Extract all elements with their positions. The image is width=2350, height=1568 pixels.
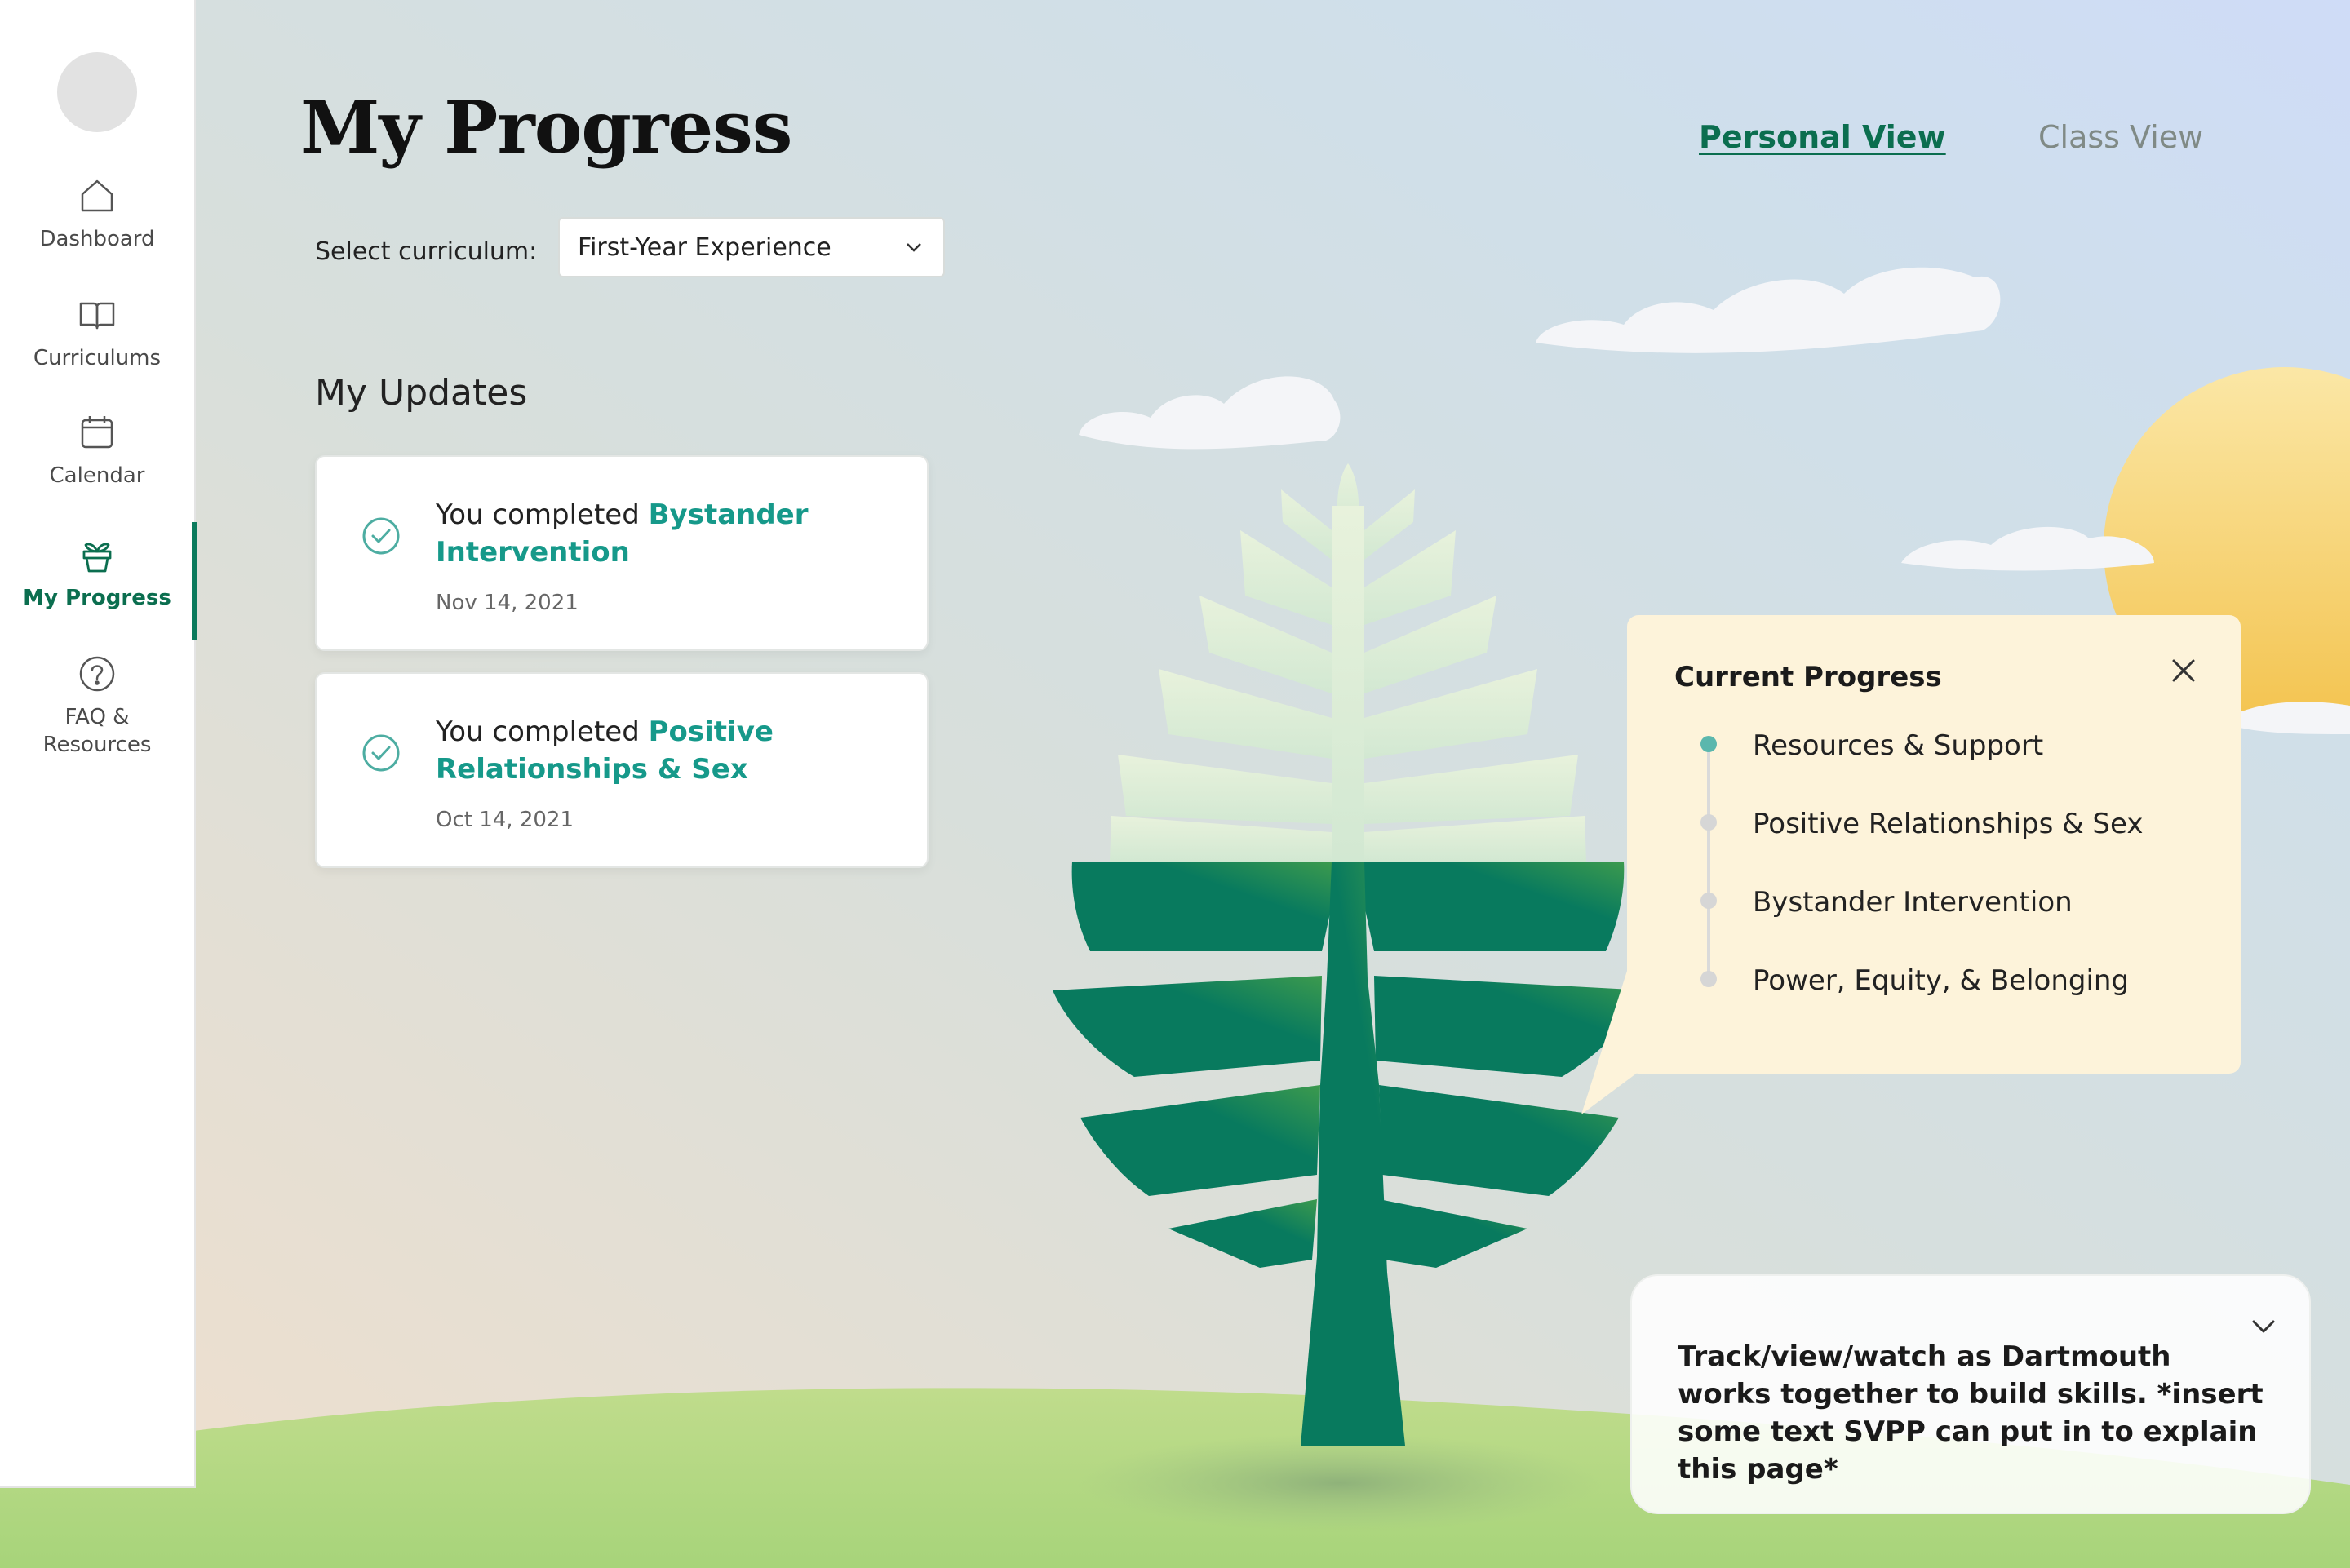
progress-step-label: Resources & Support <box>1753 729 2044 762</box>
chevron-down-icon <box>907 243 921 252</box>
book-icon <box>79 302 115 330</box>
progress-step[interactable]: Power, Equity, & Belonging <box>1627 956 2241 1005</box>
check-circle-icon <box>362 734 400 772</box>
progress-step-label: Positive Relationships & Sex <box>1753 808 2144 840</box>
sidebar-item-faq-resources[interactable]: FAQ & Resources <box>0 654 195 759</box>
progress-step[interactable]: Bystander Intervention <box>1627 878 2241 927</box>
close-icon[interactable] <box>2164 651 2203 690</box>
popover-title: Current Progress <box>1674 661 1942 693</box>
update-date: Oct 14, 2021 <box>436 808 574 832</box>
update-card[interactable]: You completed Positive Relationships & S… <box>315 672 929 868</box>
sidebar-item-label: Curriculums <box>33 346 162 370</box>
sidebar-item-dashboard[interactable]: Dashboard <box>0 176 195 253</box>
info-panel-text: Track/view/watch as Dartmouth works toge… <box>1678 1340 2264 1486</box>
tab-class-view[interactable]: Class View <box>2038 119 2203 155</box>
progress-step-label: Power, Equity, & Belonging <box>1753 964 2130 997</box>
sidebar: Dashboard Curriculums Calendar My Progre… <box>0 0 197 1488</box>
update-date: Nov 14, 2021 <box>436 591 579 615</box>
progress-track-line <box>1707 746 1710 984</box>
curriculum-label: Select curriculum: <box>315 237 538 266</box>
help-circle-icon <box>79 656 115 692</box>
sidebar-item-calendar[interactable]: Calendar <box>0 413 195 489</box>
current-progress-popover: Current Progress Resources & Support Pos… <box>1627 615 2241 1074</box>
avatar[interactable] <box>57 52 137 132</box>
progress-step[interactable]: Positive Relationships & Sex <box>1627 800 2241 848</box>
progress-dot <box>1700 971 1717 987</box>
update-prefix: You completed <box>436 498 649 531</box>
sidebar-item-label: My Progress <box>23 586 171 610</box>
update-message: You completed Positive Relationships & S… <box>436 713 893 788</box>
update-prefix: You completed <box>436 715 649 748</box>
update-message: You completed Bystander Intervention <box>436 496 893 571</box>
progress-step-label: Bystander Intervention <box>1753 886 2073 919</box>
update-card[interactable]: You completed Bystander Intervention Nov… <box>315 455 929 651</box>
updates-title: My Updates <box>315 372 528 414</box>
progress-step[interactable]: Resources & Support <box>1627 721 2241 770</box>
info-panel: Track/view/watch as Dartmouth works toge… <box>1630 1274 2311 1514</box>
page-title: My Progress <box>300 85 792 170</box>
check-circle-icon <box>362 517 400 555</box>
curriculum-select-value: First-Year Experience <box>578 233 831 262</box>
sidebar-item-my-progress[interactable]: My Progress <box>0 522 197 640</box>
sidebar-item-label: FAQ & Resources <box>42 705 152 757</box>
progress-dot-complete <box>1700 736 1717 752</box>
sidebar-item-curriculums[interactable]: Curriculums <box>0 295 195 372</box>
curriculum-select[interactable]: First-Year Experience <box>558 217 945 277</box>
home-icon <box>81 179 113 212</box>
plant-pot-icon <box>82 543 112 573</box>
progress-dot <box>1700 814 1717 831</box>
calendar-icon <box>81 416 113 449</box>
progress-dot <box>1700 893 1717 909</box>
tab-personal-view[interactable]: Personal View <box>1699 119 1946 155</box>
sidebar-item-label: Dashboard <box>39 227 155 251</box>
sidebar-item-label: Calendar <box>49 463 145 488</box>
